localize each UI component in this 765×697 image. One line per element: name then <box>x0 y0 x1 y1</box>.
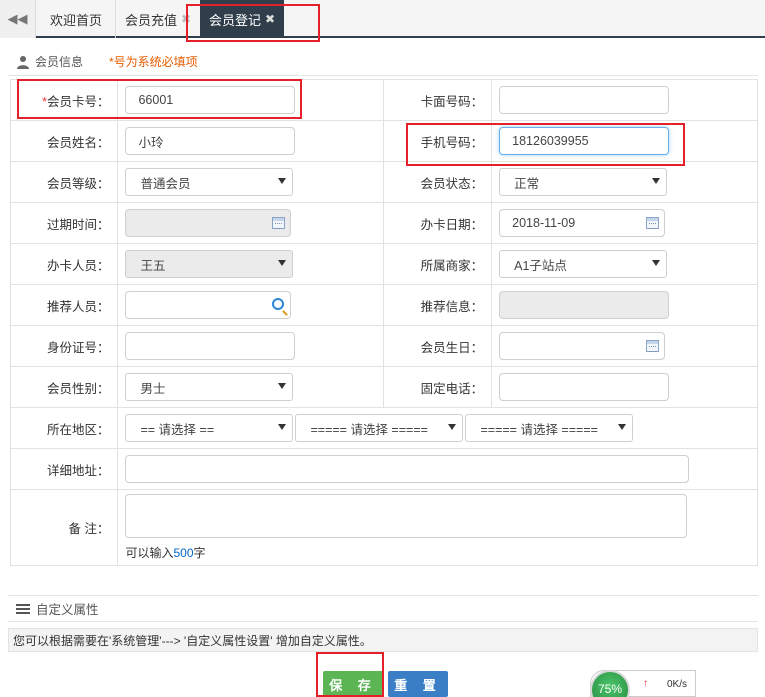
ref-info-label: 推荐信息： <box>383 284 493 326</box>
tel-label: 固定电话： <box>383 366 493 408</box>
custom-attributes-tip: 您可以根据需要在'系统管理'---> '自定义属性设置' 增加自定义属性。 <box>8 628 758 652</box>
province-select[interactable]: == 请选择 == <box>125 414 294 442</box>
network-speed-widget[interactable]: 75% ↑ 0K/s <box>590 670 696 697</box>
speed-rate: 0K/s <box>667 679 688 690</box>
phone-input[interactable]: 18126039955 <box>499 127 670 155</box>
caret-down-icon <box>278 260 287 266</box>
status-label: 会员状态： <box>383 161 493 203</box>
id-no-label: 身份证号： <box>9 325 119 367</box>
calendar-icon[interactable] <box>646 217 660 229</box>
calendar-icon[interactable] <box>646 340 660 352</box>
speed-percent: 75% <box>590 670 630 697</box>
face-no-label: 卡面号码： <box>383 79 493 121</box>
expire-label: 过期时间： <box>9 202 119 244</box>
tab-welcome[interactable]: 欢迎首页 <box>37 0 115 38</box>
close-icon[interactable]: ✖ <box>265 12 275 26</box>
calendar-icon[interactable] <box>272 217 286 229</box>
save-button[interactable]: 保 存 <box>323 671 383 697</box>
reset-button[interactable]: 重 置 <box>388 671 448 697</box>
required-tip: *号为系统必填项 <box>109 55 198 69</box>
level-label: 会员等级： <box>9 161 119 203</box>
operator-label: 办卡人员： <box>9 243 119 285</box>
open-date-input[interactable]: 2018-11-09 <box>499 209 666 237</box>
referrer-input[interactable] <box>125 291 292 319</box>
level-select[interactable]: 普通会员 <box>125 168 294 196</box>
member-info-header: 会员信息 *号为系统必填项 <box>8 48 758 76</box>
caret-down-icon <box>278 424 287 430</box>
upload-arrow-icon: ↑ <box>643 678 648 689</box>
double-chevron-left-icon: ◀◀ <box>7 11 28 26</box>
birthday-label: 会员生日： <box>383 325 493 367</box>
caret-down-icon <box>652 260 661 266</box>
list-icon <box>16 603 30 614</box>
user-icon <box>17 55 29 69</box>
city-select[interactable]: ===== 请选择 ===== <box>295 414 464 442</box>
referrer-label: 推荐人员： <box>9 284 119 326</box>
caret-down-icon <box>278 178 287 184</box>
ref-info-input[interactable] <box>499 291 670 319</box>
name-label: 会员姓名： <box>9 120 119 162</box>
open-date-label: 办卡日期： <box>383 202 493 244</box>
caret-down-icon <box>618 424 627 430</box>
remark-label: 备 注： <box>9 489 119 566</box>
close-icon[interactable]: ✖ <box>181 12 191 26</box>
region-label: 所在地区： <box>9 407 119 449</box>
caret-down-icon <box>448 424 457 430</box>
remark-textarea[interactable] <box>125 494 688 538</box>
gender-select[interactable]: 男士 <box>125 373 294 401</box>
operator-select[interactable]: 王五 <box>125 250 294 278</box>
merchant-label: 所属商家： <box>383 243 493 285</box>
caret-down-icon <box>652 178 661 184</box>
expire-date-input[interactable] <box>125 209 292 237</box>
phone-label: 手机号码： <box>383 120 493 162</box>
birthday-input[interactable] <box>499 332 666 360</box>
tab-member-recharge[interactable]: 会员充值 ✖ <box>116 0 200 38</box>
card-no-label: *会员卡号： <box>9 79 119 121</box>
tel-input[interactable] <box>499 373 670 401</box>
address-label: 详细地址： <box>9 448 119 490</box>
custom-attributes-section: 自定义属性 您可以根据需要在'系统管理'---> '自定义属性设置' 增加自定义… <box>8 595 758 670</box>
id-no-input[interactable] <box>125 332 296 360</box>
district-select[interactable]: ===== 请选择 ===== <box>465 414 634 442</box>
search-icon[interactable] <box>272 298 285 310</box>
address-input[interactable] <box>125 455 690 483</box>
remark-hint: 可以输入500字 <box>125 546 206 560</box>
tab-bar: ◀◀ 欢迎首页 会员充值 ✖ 会员登记 ✖ <box>0 0 765 38</box>
name-input[interactable]: 小玲 <box>125 127 296 155</box>
merchant-select[interactable]: A1子站点 <box>499 250 668 278</box>
tab-member-register[interactable]: 会员登记 ✖ <box>200 0 284 38</box>
custom-attributes-header: 自定义属性 <box>8 596 758 622</box>
tab-scroll-left-button[interactable]: ◀◀ <box>0 0 36 38</box>
gender-label: 会员性别： <box>9 366 119 408</box>
caret-down-icon <box>278 383 287 389</box>
card-no-input[interactable]: 66001 <box>125 86 296 114</box>
status-select[interactable]: 正常 <box>499 168 668 196</box>
member-form: *会员卡号： 66001 卡面号码： 会员姓名： 小玲 手机号码： 181260… <box>9 79 758 566</box>
face-no-input[interactable] <box>499 86 670 114</box>
